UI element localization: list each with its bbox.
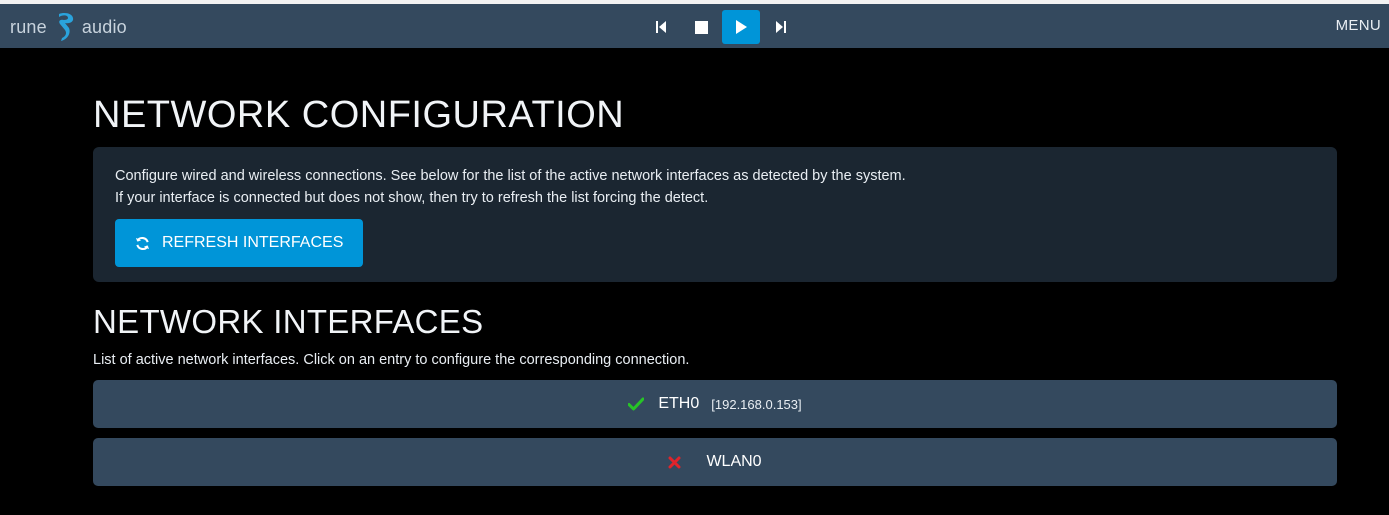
info-line-2: If your interface is connected but does …: [115, 190, 709, 206]
skip-next-icon: [776, 21, 786, 33]
cross-icon: [668, 456, 681, 469]
check-icon: [628, 397, 645, 411]
interface-name: ETH0: [658, 395, 700, 412]
refresh-icon: [135, 236, 150, 250]
page-title: NETWORK CONFIGURATION: [93, 94, 625, 136]
previous-button[interactable]: [642, 10, 680, 44]
main-content: NETWORK CONFIGURATION Configure wired an…: [93, 48, 1337, 486]
next-button[interactable]: [762, 10, 800, 44]
refresh-label: REFRESH INTERFACES: [162, 234, 344, 251]
section-description: List of active network interfaces. Click…: [93, 352, 690, 368]
info-line-1: Configure wired and wireless connections…: [115, 168, 906, 184]
rune-logo-icon: [58, 13, 73, 41]
brand-word-rune: rune: [10, 16, 47, 37]
info-panel: Configure wired and wireless connections…: [93, 147, 1337, 282]
brand-logo[interactable]: rune audio: [10, 12, 127, 42]
menu-button[interactable]: MENU: [1336, 17, 1381, 34]
play-button[interactable]: [722, 10, 760, 44]
play-icon: [736, 20, 747, 34]
refresh-interfaces-button[interactable]: REFRESH INTERFACES: [115, 219, 364, 267]
interface-row-wlan0[interactable]: WLAN0: [93, 438, 1337, 486]
brand-word-audio: audio: [81, 16, 127, 37]
stop-button[interactable]: [682, 10, 720, 44]
skip-previous-icon: [656, 21, 666, 33]
navbar: rune audio MENU: [0, 4, 1389, 48]
stop-icon: [694, 20, 708, 34]
section-title: NETWORK INTERFACES: [93, 303, 484, 340]
interface-ip: [192.168.0.153]: [711, 396, 802, 412]
interface-row-eth0[interactable]: ETH0 [192.168.0.153]: [93, 380, 1337, 428]
interface-name: WLAN0: [706, 453, 762, 470]
player-controls: [642, 10, 800, 44]
